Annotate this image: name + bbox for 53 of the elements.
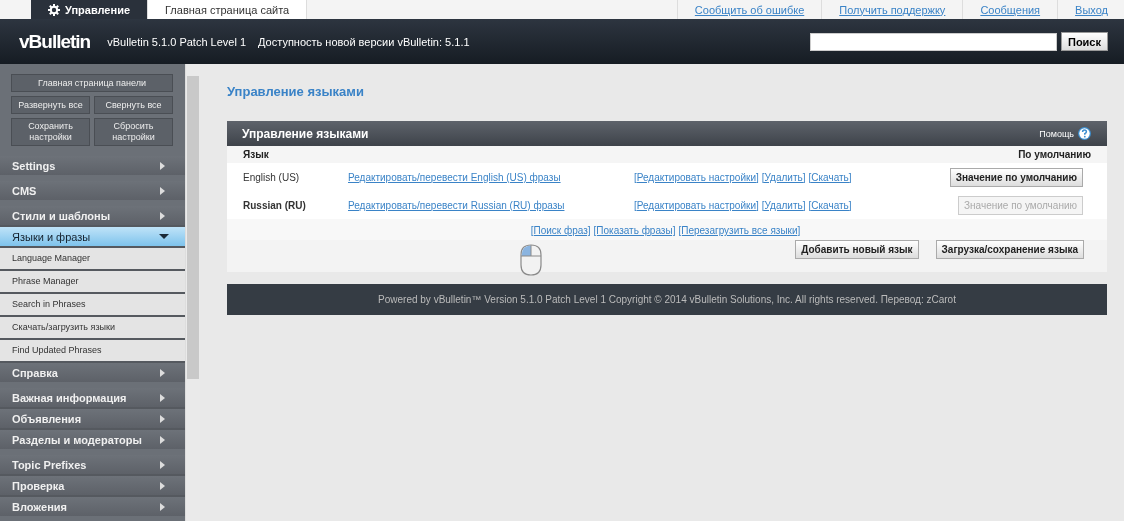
top-link[interactable]: Сообщить об ошибке [694,3,805,16]
sidebar-subitem[interactable]: Скачать/загрузить языки [0,317,185,338]
sidebar-item[interactable]: Вложения [0,497,185,516]
action-link[interactable]: [Скачать] [808,171,852,183]
top-link[interactable]: Сообщения [980,3,1041,16]
action-link[interactable]: [Удалить] [761,171,806,183]
edit-phrases-link[interactable]: Редактировать/перевести English (US) фразы [348,171,631,183]
sidebar-item[interactable]: Проверка [0,476,185,495]
sidebar-subitem[interactable]: Search in Phrases [0,294,185,315]
column-header: Язык [243,149,269,160]
sidebar-item[interactable]: Справка [0,363,185,382]
sidebar-subitem[interactable]: Find Updated Phrases [0,340,185,361]
logo: vBulletin [19,30,91,53]
language-name: Russian (RU) [243,199,307,211]
sidebar-item[interactable]: CMS [0,181,185,200]
sidebar-item[interactable]: Объявления [0,409,185,428]
action-link[interactable]: [Скачать] [808,199,852,211]
sidebar-button[interactable]: Свернуть все [94,96,173,114]
set-default-button[interactable]: Значение по умолчанию [949,167,1083,187]
sidebar-button[interactable]: Сбросить настройки [94,118,173,146]
edit-phrases-link[interactable]: Редактировать/перевести Russian (RU) фразы [348,199,631,211]
page-title: Управление языками [227,84,365,99]
sidebar-item[interactable]: Settings [0,156,185,175]
action-link[interactable]: [Редактировать настройки] [634,171,759,183]
update-notice: Доступность новой версии vBulletin: 5.1.1 [258,35,470,48]
sidebar-subitem[interactable]: Phrase Manager [0,271,185,292]
top-link[interactable]: Выход [1075,3,1108,16]
sidebar-button[interactable]: Развернуть все [11,96,90,114]
sidebar-button[interactable]: Главная страница панели [11,74,173,92]
panel-title: Управление языками [242,126,369,141]
footer-link[interactable]: [Поиск фраз] [530,225,591,236]
sidebar-button[interactable]: Сохранить настройки [11,118,90,146]
action-link[interactable]: [Удалить] [761,199,806,211]
language-name: English (US) [243,171,301,183]
version-text: vBulletin 5.1.0 Patch Level 1 [107,35,247,48]
panel-button[interactable]: Загрузка/сохранение языка [935,240,1084,259]
sidebar-item[interactable]: Разделы и модераторы [0,430,185,449]
sidebar-item[interactable]: Topic Prefixes [0,455,185,474]
tab[interactable]: Главная страница сайта [148,0,308,19]
action-link[interactable]: [Редактировать настройки] [634,199,759,211]
footer-link[interactable]: [Показать фразы] [593,225,676,236]
search-button[interactable]: Поиск [1061,32,1108,51]
sidebar-item[interactable]: Важная информация [0,388,185,407]
copyright-text: Powered by vBulletin™ Version 5.1.0 Patch Level 1 Copyright © 2014 vBulletin Solutions, Inc. All rights reserved. Перевод: zCarot [227,284,1107,315]
column-header: По умолчанию [1018,149,1091,160]
sidebar-item[interactable]: Языки и фразы [0,227,185,246]
top-link[interactable]: Получить поддержку [839,3,946,16]
help-link[interactable]: Помощь [1039,128,1074,139]
sidebar-item[interactable]: Стили и шаблоны [0,206,185,225]
sidebar-subitem[interactable]: Language Manager [0,248,185,269]
tab[interactable]: Управление [31,0,148,19]
panel-button[interactable]: Добавить новый язык [795,240,919,259]
footer-link[interactable]: [Перезагрузить все языки] [678,225,801,236]
